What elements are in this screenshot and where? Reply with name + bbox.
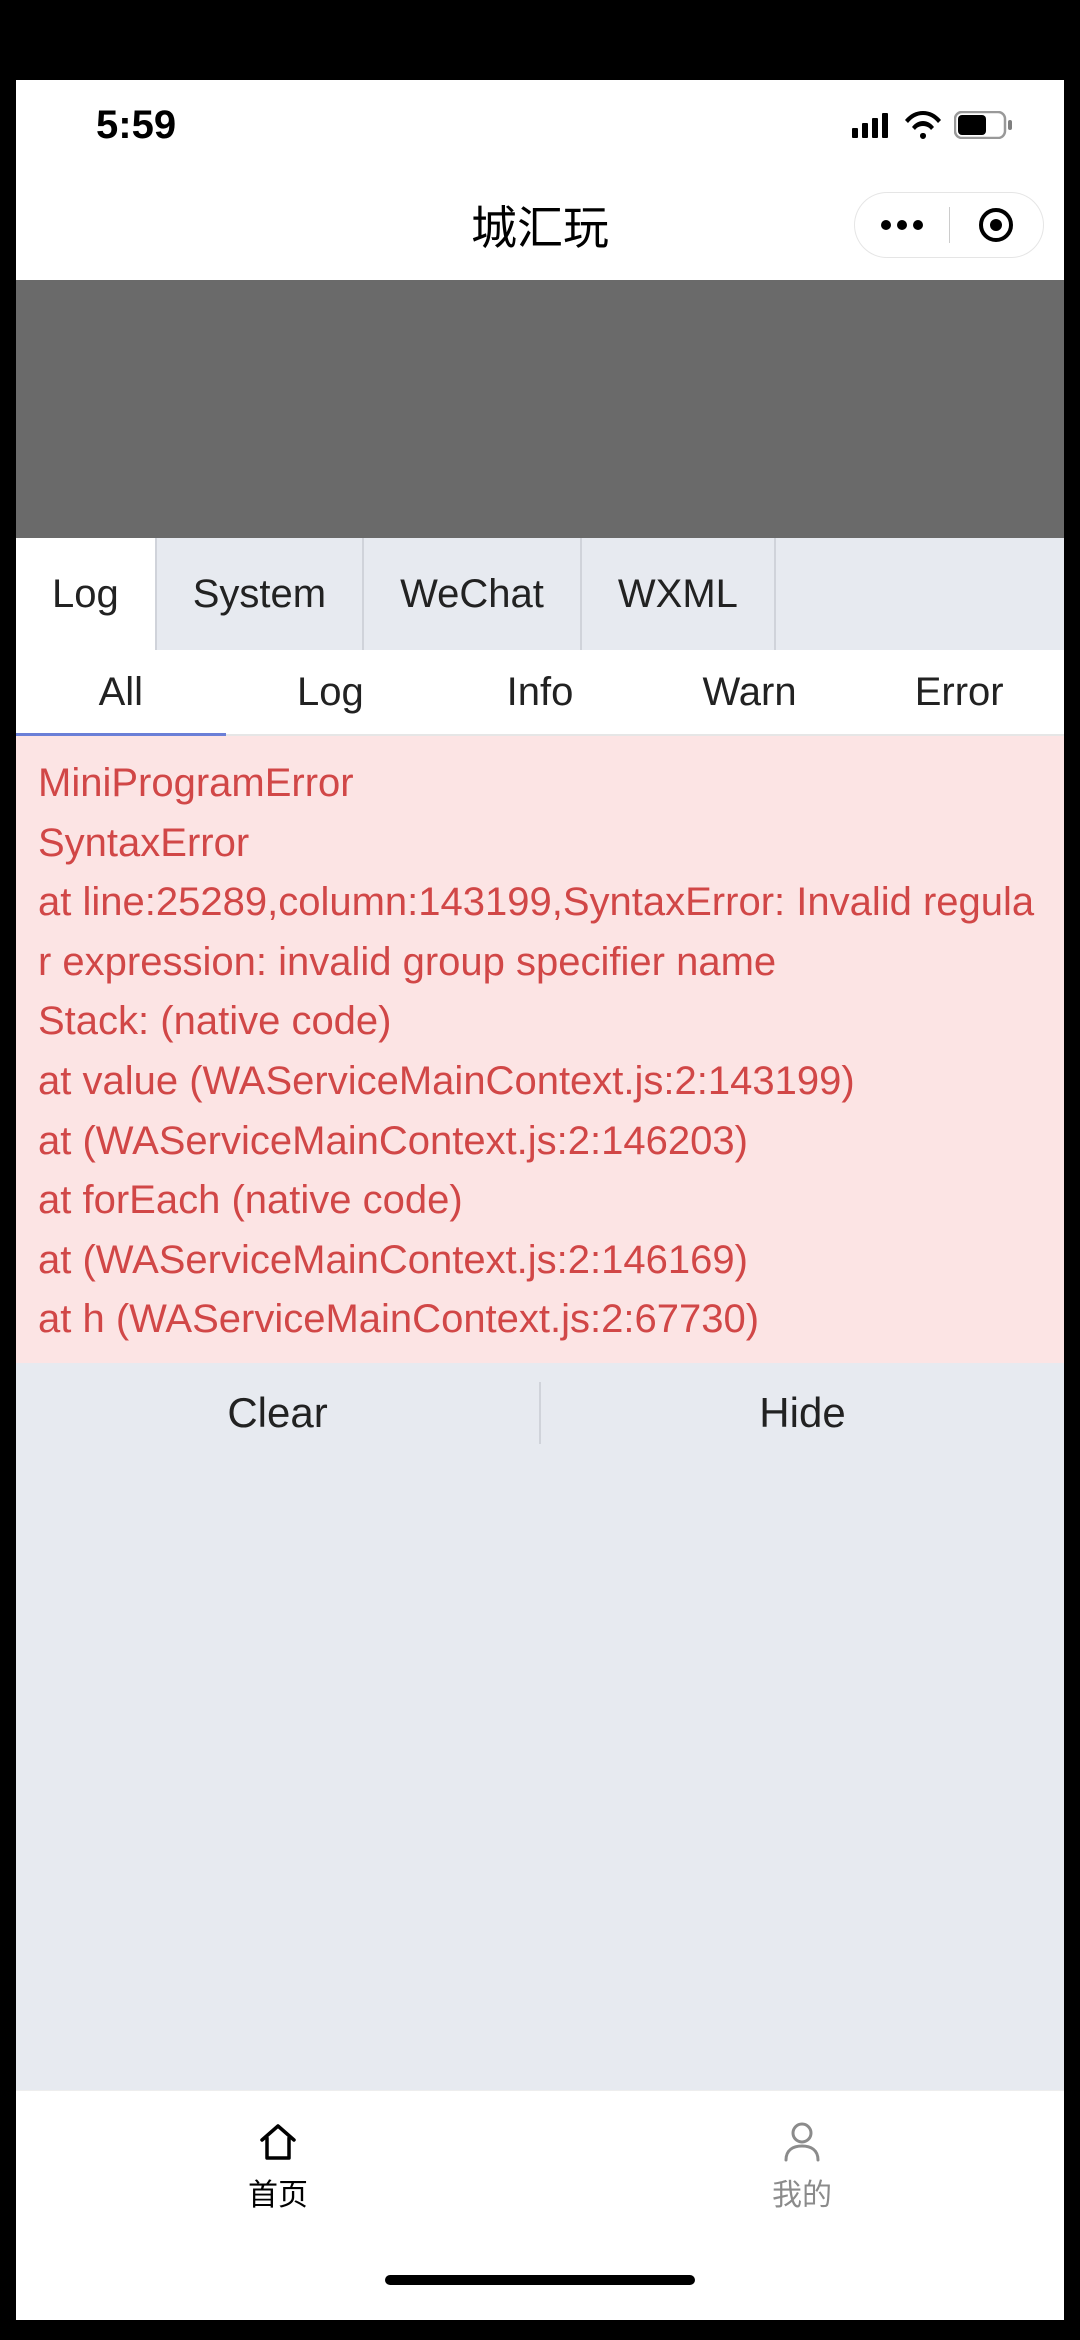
filter-log[interactable]: Log bbox=[226, 650, 436, 734]
clear-button[interactable]: Clear bbox=[16, 1363, 539, 1463]
tab-bar-mine[interactable]: 我的 bbox=[540, 2091, 1064, 2240]
log-entry-error[interactable]: MiniProgramError SyntaxError at line:252… bbox=[16, 736, 1064, 1363]
cellular-icon bbox=[852, 112, 892, 138]
spacer bbox=[16, 1463, 1064, 2090]
user-icon bbox=[778, 2118, 826, 2166]
filter-error[interactable]: Error bbox=[854, 650, 1064, 734]
target-icon bbox=[978, 207, 1014, 243]
tab-log[interactable]: Log bbox=[16, 538, 157, 650]
vconsole-filter-tabs: All Log Info Warn Error bbox=[16, 650, 1064, 736]
bottom-tab-bar: 首页 我的 bbox=[16, 2090, 1064, 2240]
status-bar: 5:59 bbox=[16, 80, 1064, 170]
capsule-close-button[interactable] bbox=[950, 193, 1044, 257]
log-content[interactable]: MiniProgramError SyntaxError at line:252… bbox=[16, 736, 1064, 1363]
home-icon bbox=[254, 2118, 302, 2166]
vconsole-actions: Clear Hide bbox=[16, 1363, 1064, 1463]
capsule-more-button[interactable] bbox=[855, 193, 949, 257]
page-title: 城汇玩 bbox=[471, 192, 609, 258]
battery-icon bbox=[954, 111, 1014, 139]
status-time: 5:59 bbox=[96, 103, 176, 148]
tab-system[interactable]: System bbox=[157, 538, 364, 650]
status-icons bbox=[852, 111, 1014, 139]
tab-bar-home[interactable]: 首页 bbox=[16, 2091, 540, 2240]
filter-info[interactable]: Info bbox=[435, 650, 645, 734]
capsule-menu bbox=[854, 192, 1044, 258]
tab-wechat[interactable]: WeChat bbox=[364, 538, 582, 650]
tab-bar-mine-label: 我的 bbox=[772, 2170, 832, 2214]
nav-bar: 城汇玩 bbox=[16, 170, 1064, 280]
more-icon bbox=[880, 219, 924, 231]
home-indicator[interactable] bbox=[385, 2275, 695, 2285]
hide-button[interactable]: Hide bbox=[541, 1363, 1064, 1463]
filter-warn[interactable]: Warn bbox=[645, 650, 855, 734]
tab-bar-home-label: 首页 bbox=[248, 2170, 308, 2214]
content-placeholder bbox=[16, 280, 1064, 538]
vconsole-main-tabs: Log System WeChat WXML bbox=[16, 538, 1064, 650]
home-indicator-area bbox=[16, 2240, 1064, 2320]
filter-all[interactable]: All bbox=[16, 650, 226, 734]
wifi-icon bbox=[904, 111, 942, 139]
tab-wxml[interactable]: WXML bbox=[582, 538, 776, 650]
